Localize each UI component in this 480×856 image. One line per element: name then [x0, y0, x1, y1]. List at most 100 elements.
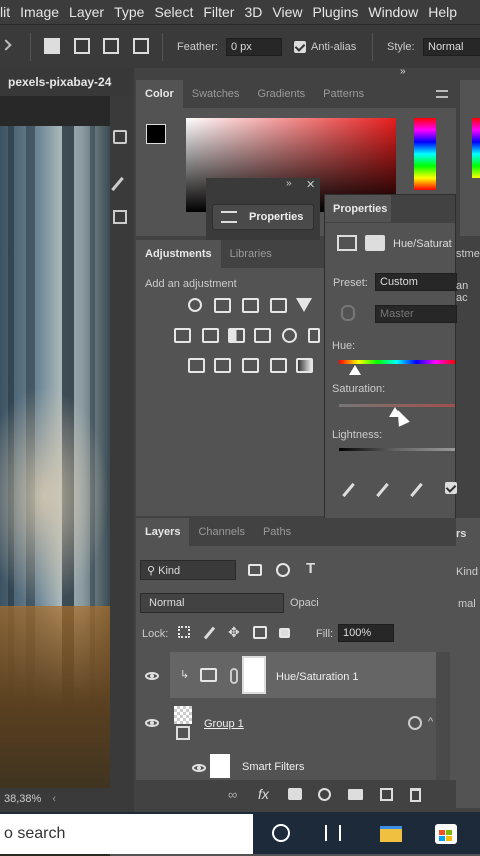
link-layers-icon[interactable]: ∞ [228, 787, 237, 802]
layer-mask-thumbnail[interactable] [242, 656, 266, 694]
lock-artboard-icon[interactable] [253, 626, 267, 639]
tab-paths[interactable]: Paths [254, 526, 300, 538]
filter-adjustment-icon[interactable] [276, 563, 290, 577]
brightness-icon[interactable] [188, 298, 202, 312]
file-explorer-icon[interactable] [380, 826, 402, 842]
blend-mode-select[interactable]: Normal [140, 593, 284, 613]
chevron-left-icon[interactable]: ‹ [52, 793, 56, 805]
add-selection-icon[interactable] [74, 38, 90, 54]
tab-adjustments[interactable]: Adjustments [136, 240, 221, 268]
mask-icon[interactable] [365, 235, 385, 251]
layer-name[interactable]: Group 1 [204, 718, 244, 730]
threshold-icon[interactable] [242, 358, 259, 373]
subtract-selection-icon[interactable] [103, 38, 119, 54]
levels-icon[interactable] [214, 298, 231, 313]
eyedropper-plus-icon[interactable] [376, 482, 389, 498]
antialias-checkbox[interactable] [294, 41, 306, 53]
new-adjustment-icon[interactable] [318, 788, 331, 801]
preset-select[interactable]: Custom [375, 273, 457, 291]
lightness-track[interactable] [339, 448, 455, 451]
menu-plugins[interactable]: Plugins [307, 4, 363, 20]
add-mask-icon[interactable] [288, 788, 302, 800]
menu-window[interactable]: Window [363, 4, 423, 20]
panel-menu-icon[interactable] [436, 90, 448, 98]
visibility-eye-icon[interactable] [192, 764, 206, 772]
tab-swatches[interactable]: Swatches [183, 88, 249, 100]
photo-filter-icon[interactable] [254, 328, 271, 343]
zoom-level[interactable]: 38,38% [4, 793, 41, 805]
gradient-map-icon[interactable] [296, 358, 313, 373]
dropdown-arrow-icon[interactable] [0, 39, 12, 51]
document-tab[interactable]: pexels-pixabay-24 [8, 75, 112, 89]
color-lookup-icon[interactable] [308, 328, 320, 343]
style-select[interactable]: Normal [423, 38, 480, 56]
expand-chevron-icon[interactable]: ^ [428, 716, 433, 728]
invert-icon[interactable] [188, 358, 205, 373]
tab-patterns[interactable]: Patterns [314, 88, 373, 100]
tab-channels[interactable]: Channels [189, 526, 253, 538]
selective-color-icon[interactable] [270, 358, 287, 373]
new-selection-icon[interactable] [44, 38, 60, 54]
layer-name[interactable]: Hue/Saturation 1 [276, 671, 359, 683]
cortana-icon[interactable] [272, 824, 290, 842]
filter-type-icon[interactable]: T [306, 560, 315, 577]
exposure-icon[interactable] [270, 298, 287, 313]
link-icon[interactable] [230, 668, 238, 684]
tool-icon[interactable] [113, 130, 127, 144]
vibrance-icon[interactable] [296, 298, 312, 312]
collapse-arrows-icon[interactable]: » [286, 178, 292, 189]
collapse-arrows-icon[interactable]: » [400, 66, 406, 77]
visibility-eye-icon[interactable] [145, 672, 159, 680]
store-icon[interactable] [435, 824, 457, 844]
feather-input[interactable]: 0 px [226, 38, 282, 56]
smart-filter-mask-thumbnail[interactable] [210, 754, 230, 778]
visibility-eye-icon[interactable] [145, 719, 159, 727]
tab-layers[interactable]: Layers [136, 518, 190, 546]
intersect-selection-icon[interactable] [133, 38, 149, 54]
eyedropper-icon[interactable] [342, 482, 355, 498]
new-group-icon[interactable] [348, 789, 363, 800]
posterize-icon[interactable] [214, 358, 231, 373]
hue-slider[interactable] [414, 118, 436, 190]
filter-pixel-icon[interactable] [248, 564, 262, 576]
menu-type[interactable]: Type [109, 4, 149, 20]
task-view-icon[interactable] [325, 825, 341, 841]
lock-position-icon[interactable]: ✥ [228, 624, 240, 641]
new-layer-icon[interactable] [380, 788, 393, 801]
tab-gradients[interactable]: Gradients [248, 88, 314, 100]
black-white-icon[interactable] [228, 328, 245, 343]
hue-track[interactable] [339, 360, 455, 364]
eyedropper-minus-icon[interactable] [410, 482, 423, 498]
on-image-adjust-icon[interactable] [341, 305, 355, 321]
menu-select[interactable]: Select [149, 4, 198, 20]
layer-filter-select[interactable]: ⚲ Kind [140, 560, 236, 580]
lock-all-icon[interactable] [279, 628, 290, 638]
taskbar-search-box[interactable]: o search [0, 814, 253, 854]
close-icon[interactable]: ✕ [306, 178, 315, 191]
colorize-checkbox[interactable] [445, 482, 457, 494]
curves-icon[interactable] [242, 298, 259, 313]
tool-icon[interactable] [113, 210, 127, 224]
menu-view[interactable]: View [267, 4, 307, 20]
channel-select[interactable]: Master [375, 305, 457, 323]
fill-input[interactable]: 100% [338, 624, 394, 642]
scrollbar[interactable] [436, 652, 450, 792]
lock-transparent-icon[interactable] [178, 626, 190, 638]
properties-button[interactable]: Properties [212, 204, 314, 230]
hue-saturation-icon[interactable] [174, 328, 191, 343]
menu-layer[interactable]: Layer [64, 4, 109, 20]
tab-libraries[interactable]: Libraries [221, 248, 281, 260]
lock-pixels-icon[interactable] [203, 626, 216, 640]
delete-layer-icon[interactable] [410, 788, 421, 802]
menu-3d[interactable]: 3D [239, 4, 267, 20]
foreground-color-swatch[interactable] [146, 124, 166, 144]
canvas-area[interactable] [0, 96, 134, 856]
fx-icon[interactable]: fx [258, 786, 269, 802]
menu-help[interactable]: Help [423, 4, 462, 20]
menu-image[interactable]: Image [15, 4, 64, 20]
layer-name[interactable]: Smart Filters [242, 761, 304, 773]
tab-color[interactable]: Color [136, 80, 183, 108]
menu-edit[interactable]: lit [0, 4, 15, 20]
hue-thumb[interactable] [349, 365, 361, 375]
channel-mixer-icon[interactable] [282, 328, 297, 343]
